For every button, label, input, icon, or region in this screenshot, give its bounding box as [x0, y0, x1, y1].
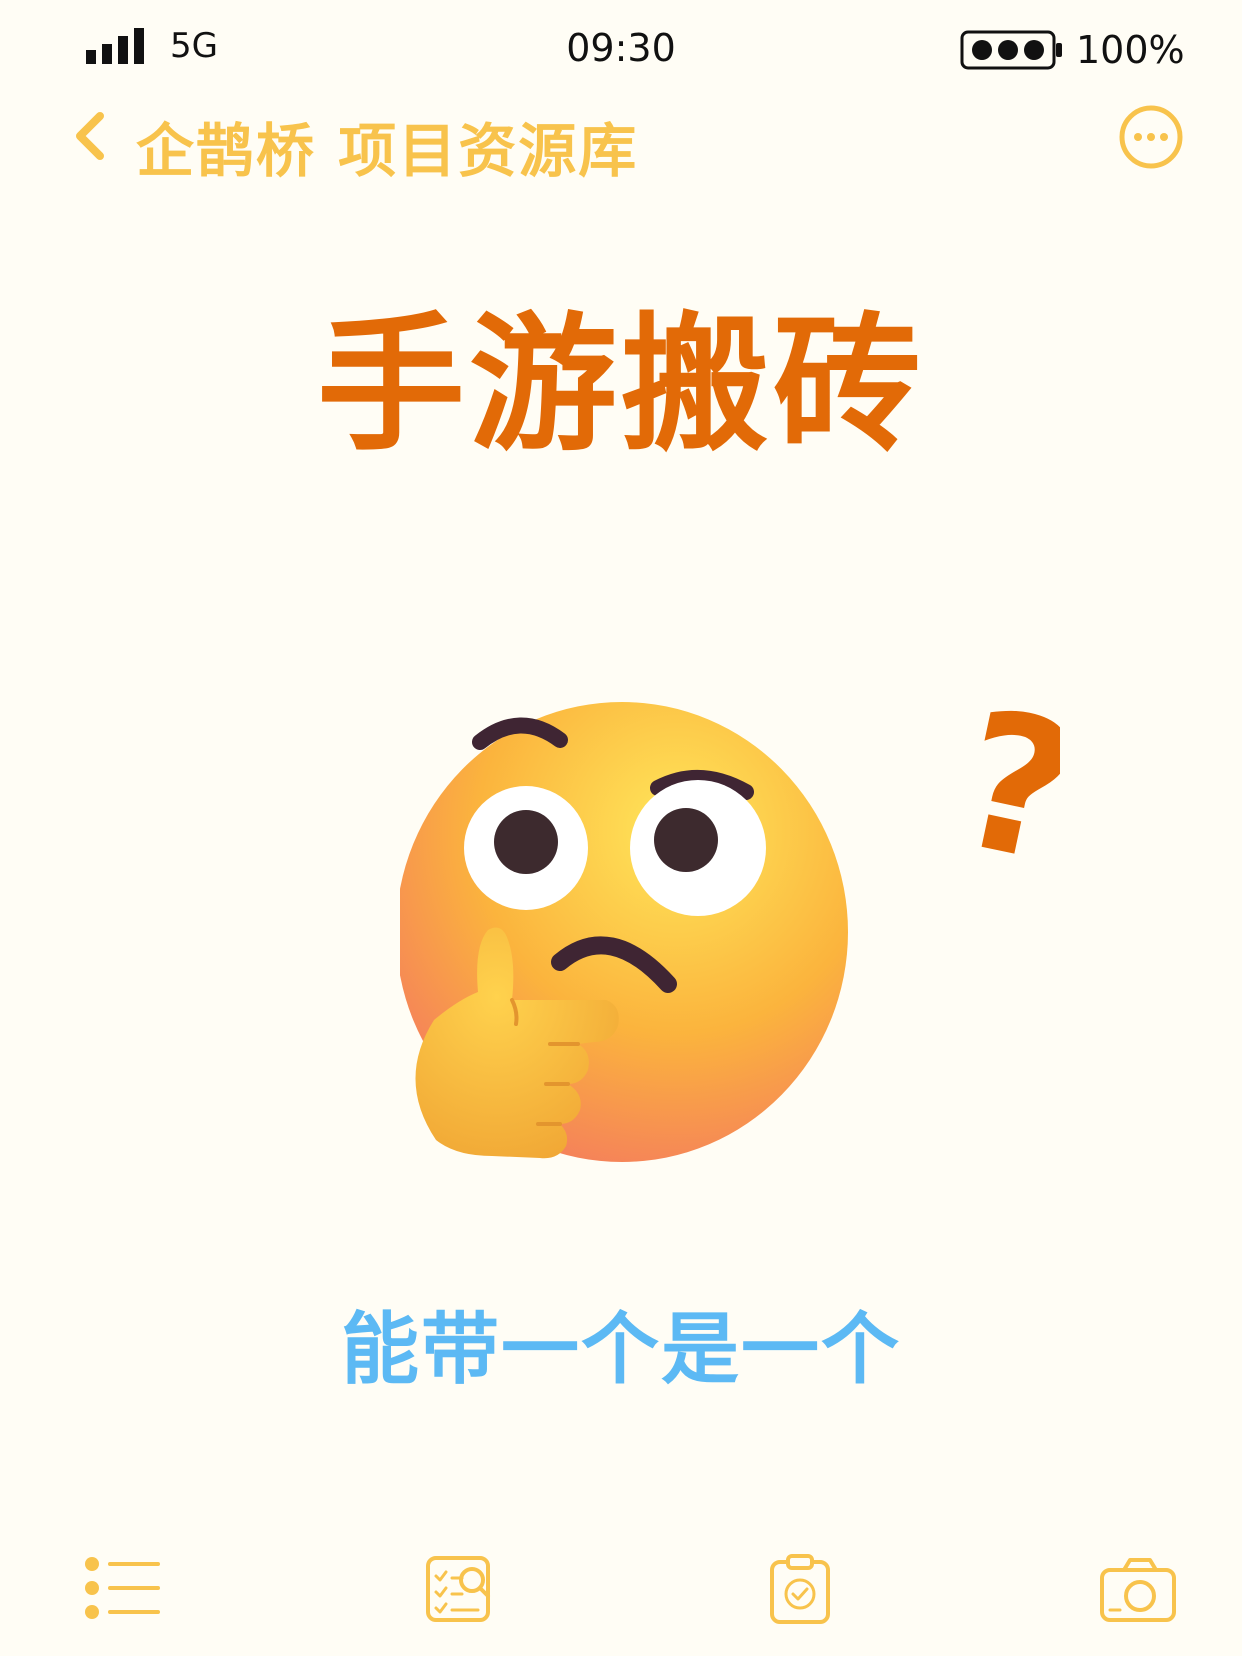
clipboard-check-icon[interactable]	[760, 1554, 840, 1624]
more-circle-icon[interactable]	[1118, 104, 1184, 170]
checklist-search-icon[interactable]	[422, 1554, 502, 1624]
battery-icon	[960, 30, 1062, 70]
status-bar: 5G 09:30 100%	[0, 0, 1242, 100]
question-mark: ?	[941, 700, 1060, 907]
battery-percentage: 100%	[1076, 28, 1185, 72]
thinking-face-emoji: ?	[400, 700, 1060, 1162]
headline: 手游搬砖	[317, 299, 925, 471]
page-title: 企鹊桥 项目资源库	[136, 117, 639, 185]
subline: 能带一个是一个	[340, 1305, 901, 1395]
list-icon[interactable]	[84, 1554, 164, 1624]
camera-icon[interactable]	[1098, 1554, 1178, 1624]
chevron-left-icon[interactable]	[70, 108, 110, 164]
